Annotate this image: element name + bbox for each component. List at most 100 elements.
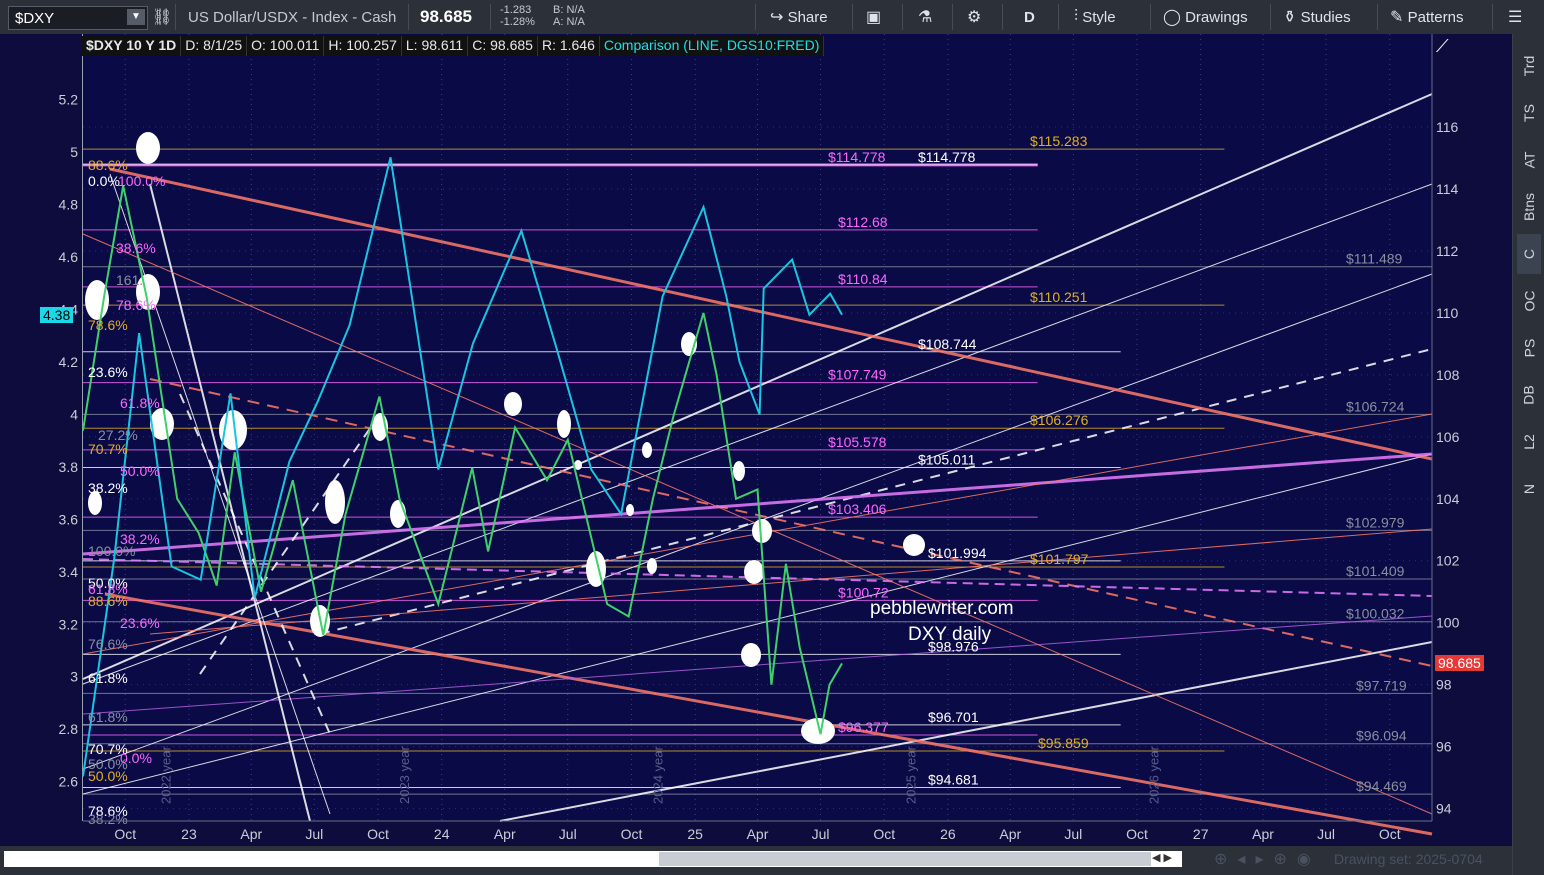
tab-ps[interactable]: PS bbox=[1517, 328, 1541, 368]
legend-date: D: 8/1/25 bbox=[181, 36, 248, 56]
studies-button[interactable]: ⚱ Studies bbox=[1283, 0, 1351, 34]
horizontal-scrollbar[interactable]: ◀ ▶ bbox=[4, 851, 1182, 867]
tab-trd[interactable]: Trd bbox=[1517, 46, 1541, 86]
price-level-label: $94.681 bbox=[928, 772, 979, 788]
pattern-icon: ✎ bbox=[1390, 9, 1404, 26]
drawings-button[interactable]: ◯ Drawings bbox=[1163, 0, 1248, 34]
fib-label: 88.6% bbox=[88, 593, 128, 609]
study-icon[interactable]: ⟋ bbox=[1436, 36, 1462, 58]
ellipse-marker bbox=[626, 504, 634, 516]
left-tick-label: 3.4 bbox=[59, 564, 79, 580]
fib-label: 78.6% bbox=[88, 317, 128, 333]
fib-label: 50.0% bbox=[88, 768, 128, 784]
x-tick-label: 27 bbox=[1193, 826, 1209, 842]
price-level-label: $103.406 bbox=[828, 501, 887, 517]
price-change: -1.283 -1.28% bbox=[500, 4, 535, 28]
price-level-label: $106.724 bbox=[1346, 398, 1405, 414]
chart-legend: $DXY 10 Y 1D D: 8/1/25 O: 100.011 H: 100… bbox=[82, 36, 825, 56]
price-chart[interactable]: $114.778 $114.778 $115.283 $112.68 $111.489 $… bbox=[0, 34, 1512, 846]
ellipse-marker bbox=[136, 132, 160, 164]
price-level-label: $105.578 bbox=[828, 434, 887, 450]
fib-label: 76.6% bbox=[88, 636, 128, 652]
divider bbox=[1002, 4, 1003, 30]
x-tick-label: Jul bbox=[1064, 826, 1082, 842]
chart-area[interactable]: $114.778 $114.778 $115.283 $112.68 $111.489 $… bbox=[0, 34, 1512, 846]
style-label: Style bbox=[1082, 8, 1116, 26]
ellipse-marker bbox=[733, 461, 745, 481]
fib-label: 161. bbox=[116, 272, 143, 288]
pan-icon[interactable]: ◂▸ bbox=[1237, 851, 1273, 868]
symbol-dropdown-icon[interactable]: ▼ bbox=[127, 9, 145, 25]
tab-db[interactable]: DB bbox=[1517, 375, 1541, 415]
legend-title: $DXY 10 Y 1D bbox=[82, 36, 182, 56]
zoom-icon[interactable]: ⊕ bbox=[1214, 851, 1237, 868]
left-tick-label: 4 bbox=[70, 406, 78, 422]
legend-range: R: 1.646 bbox=[537, 36, 600, 56]
tab-l2[interactable]: L2 bbox=[1517, 422, 1541, 462]
x-tick-label: Oct bbox=[873, 826, 895, 842]
trend-line bbox=[109, 173, 331, 815]
right-tick-label: 106 bbox=[1436, 429, 1460, 445]
left-tick-label: 5 bbox=[70, 144, 78, 160]
gear-icon[interactable]: ⚙ bbox=[967, 0, 981, 34]
zoom-controls[interactable]: ⊕◂▸⊕◉ bbox=[1214, 849, 1321, 869]
x-tick-label: Oct bbox=[1126, 826, 1148, 842]
price-level-label: $96.377 bbox=[838, 719, 889, 735]
link-icon[interactable]: ⛓ bbox=[152, 0, 172, 34]
bid-ask: B: N/A A: N/A bbox=[553, 4, 585, 28]
top-toolbar: $DXY ▼ ⛓ US Dollar/USDX - Index - Cash 9… bbox=[0, 0, 1544, 35]
share-label: Share bbox=[787, 8, 828, 26]
ellipse-marker bbox=[325, 480, 345, 524]
right-tick-label: 98 bbox=[1436, 677, 1452, 693]
x-tick-label: Apr bbox=[494, 826, 516, 842]
divider bbox=[1058, 4, 1059, 30]
beaker-icon: ⚱ bbox=[1283, 9, 1297, 26]
tab-oc[interactable]: OC bbox=[1517, 281, 1541, 321]
price-level-label: $101.994 bbox=[928, 545, 987, 561]
tab-ts[interactable]: TS bbox=[1517, 93, 1541, 133]
trend-line bbox=[149, 528, 1433, 635]
divider bbox=[490, 4, 491, 30]
symbol-input[interactable]: $DXY ▼ bbox=[8, 6, 148, 30]
style-button[interactable]: ⫶ Style bbox=[1074, 0, 1116, 34]
price-level-label: $110.84 bbox=[838, 271, 888, 287]
ask-value: A: N/A bbox=[553, 16, 585, 28]
change-percent: -1.28% bbox=[500, 16, 535, 28]
snapshot-icon[interactable]: ▣ bbox=[866, 0, 881, 34]
patterns-button[interactable]: ✎ Patterns bbox=[1390, 0, 1463, 34]
bid-value: B: N/A bbox=[553, 4, 585, 16]
price-level-label: $101.797 bbox=[1030, 551, 1089, 567]
price-level-label: $101.409 bbox=[1346, 563, 1405, 579]
flask-icon[interactable]: ⚗ bbox=[918, 0, 932, 34]
tab-n[interactable]: N bbox=[1517, 469, 1541, 509]
legend-open: O: 100.011 bbox=[247, 36, 325, 56]
scroll-thumb[interactable] bbox=[659, 852, 1151, 866]
x-tick-label: Oct bbox=[114, 826, 136, 842]
x-tick-label: Jul bbox=[1317, 826, 1335, 842]
right-tick-label: 112 bbox=[1436, 243, 1459, 259]
fib-label: 23.6% bbox=[88, 364, 128, 380]
menu-icon[interactable]: ☰ bbox=[1508, 0, 1522, 34]
fib-label: 100.0% bbox=[118, 173, 165, 189]
right-tick-label: 102 bbox=[1436, 553, 1460, 569]
left-tick-label: 3.6 bbox=[59, 511, 79, 527]
scroll-arrows[interactable]: ◀ ▶ bbox=[1152, 851, 1180, 864]
tab-c[interactable]: C bbox=[1517, 234, 1541, 274]
crosshair-icon[interactable]: ⊕ bbox=[1273, 851, 1296, 868]
fib-label: 38.2% bbox=[88, 480, 128, 496]
price-level-label: $106.276 bbox=[1030, 412, 1089, 428]
tab-btns[interactable]: Btns bbox=[1517, 187, 1541, 227]
share-button[interactable]: ↪ Share bbox=[770, 0, 828, 34]
price-level-label: $111.489 bbox=[1346, 251, 1403, 267]
visibility-icon[interactable]: ◉ bbox=[1297, 851, 1321, 868]
right-tick-label: 100 bbox=[1436, 615, 1460, 631]
price-level-label: $110.251 bbox=[1030, 289, 1088, 305]
tab-at[interactable]: AT bbox=[1517, 140, 1541, 180]
timeframe-button[interactable]: D bbox=[1024, 0, 1035, 34]
drawings-label: Drawings bbox=[1185, 8, 1248, 26]
right-tab-bar: Trd TS AT Btns C OC PS DB L2 N bbox=[1512, 34, 1544, 875]
x-tick-label: 23 bbox=[181, 826, 197, 842]
x-tick-label: Apr bbox=[747, 826, 769, 842]
divider bbox=[852, 4, 853, 30]
fib-label: 61.8% bbox=[120, 395, 160, 411]
